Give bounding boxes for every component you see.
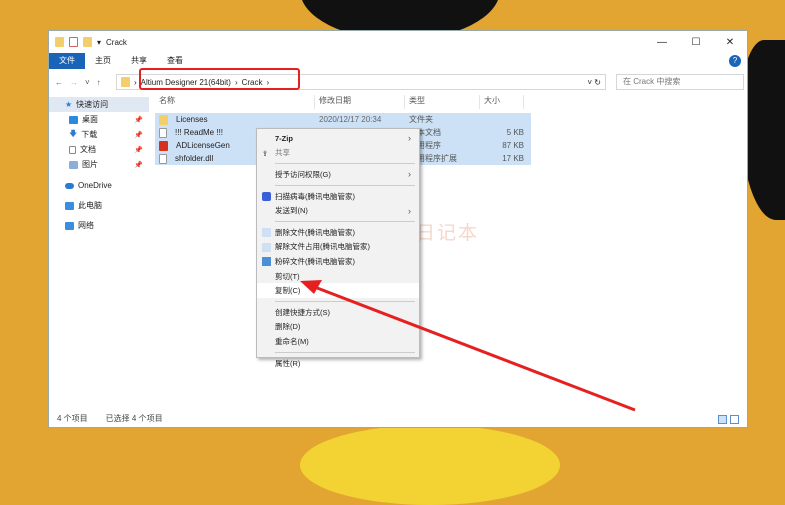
arrow-shaft <box>311 284 636 412</box>
annotation-arrow <box>300 280 636 412</box>
